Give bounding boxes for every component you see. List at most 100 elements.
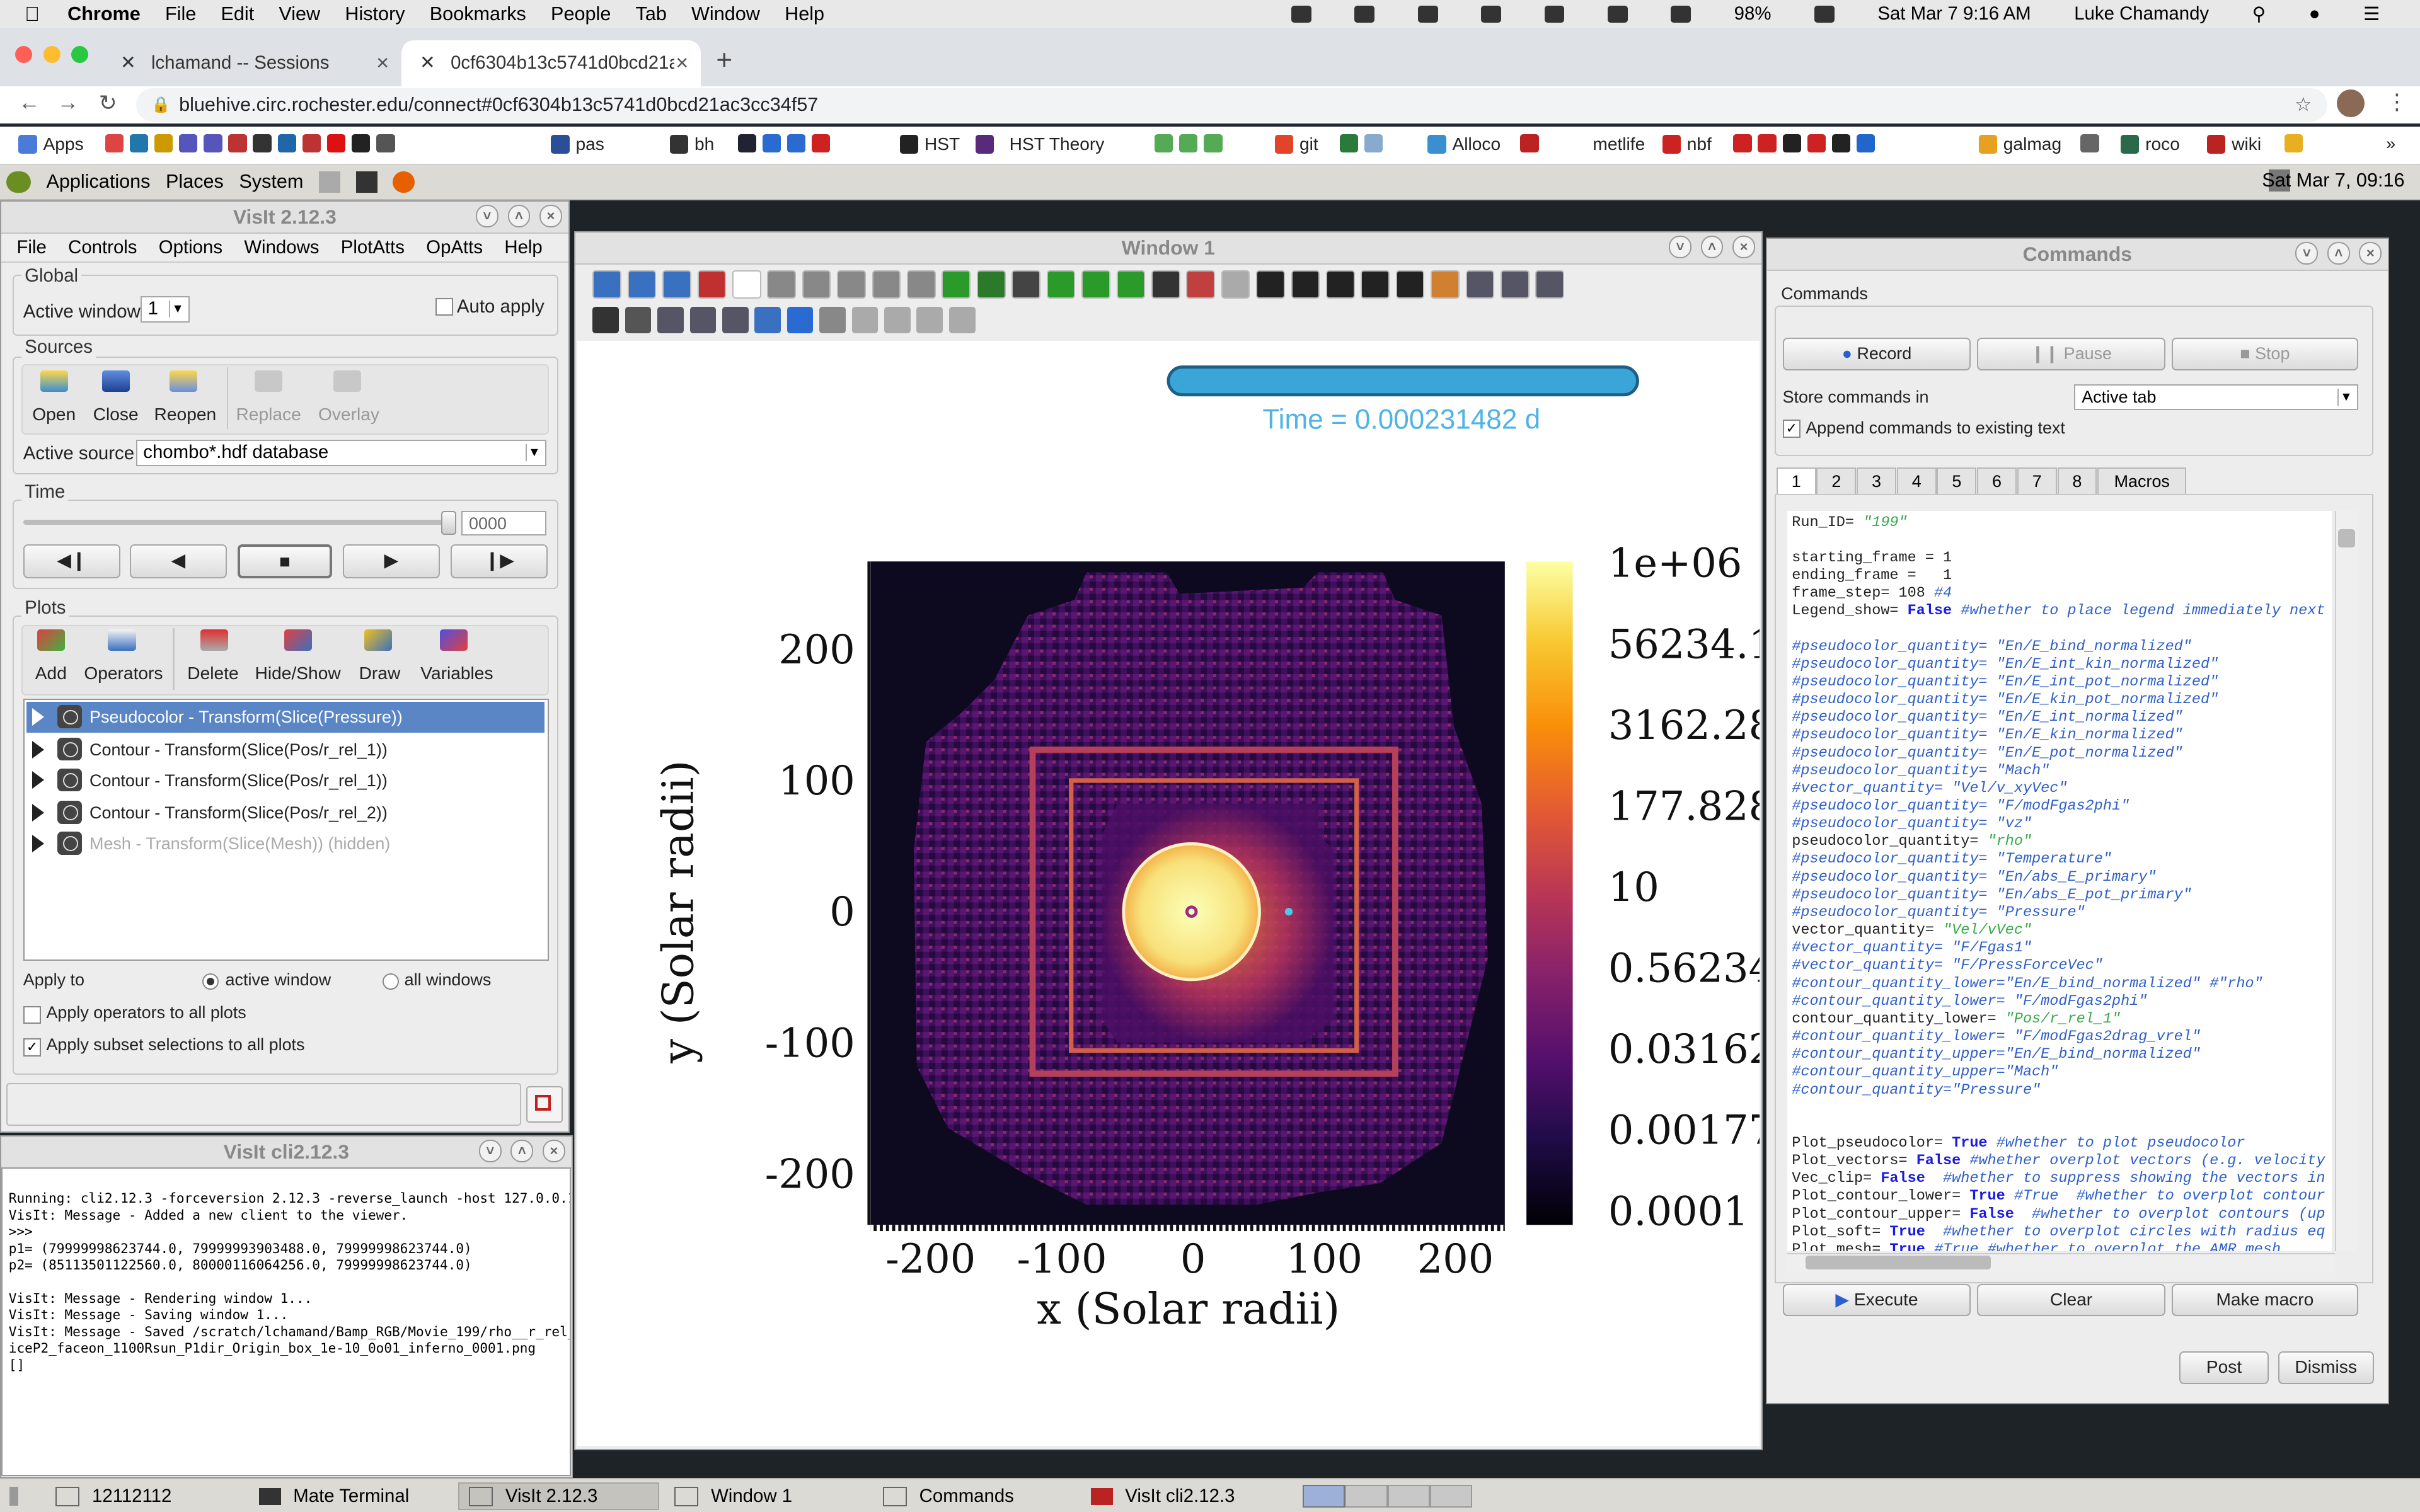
dismiss-button[interactable]: Dismiss (2278, 1351, 2374, 1384)
bookmark-apps[interactable]: Apps (18, 134, 84, 154)
toolbar-icon[interactable] (1395, 270, 1425, 299)
minimize-icon[interactable]: ˅ (476, 205, 498, 228)
toolbar-icon[interactable] (786, 307, 814, 333)
time-slider-handle[interactable] (441, 510, 456, 535)
toolbar-icon[interactable] (907, 270, 936, 299)
play-button[interactable]: ▶ (342, 544, 440, 579)
visit-titlebar[interactable]: VisIt 2.12.3 ˅ ˄ × (1, 202, 568, 234)
panel-clock[interactable]: Sat Mar 7, 09:16 (2262, 169, 2404, 192)
toolbar-icon[interactable] (1500, 270, 1530, 299)
menu-controls[interactable]: Controls (68, 237, 137, 258)
toolbar-icon[interactable] (1325, 270, 1355, 299)
reload-icon[interactable]: ↻ (99, 91, 117, 116)
toolbar-icon[interactable] (592, 270, 622, 299)
bookmark-misc3[interactable] (1339, 134, 1389, 153)
close-icon[interactable]: × (542, 1140, 565, 1163)
operators-icon[interactable] (102, 629, 142, 663)
toolbar-icon[interactable] (1046, 270, 1076, 299)
toolbar-icon[interactable] (1151, 270, 1180, 299)
menu-window[interactable]: Window (691, 3, 760, 25)
taskbar-item[interactable]: 12112112 (46, 1482, 243, 1510)
menu-view[interactable]: View (279, 3, 320, 25)
toolbar-icon[interactable] (657, 307, 684, 333)
plot-row[interactable]: Contour - Transform(Slice(Pos/r_rel_2)) (26, 798, 545, 828)
add-plot-icon[interactable] (31, 629, 71, 663)
operators-button[interactable]: Operators (80, 663, 166, 684)
open-icon[interactable] (34, 370, 74, 404)
plot-row[interactable]: Mesh - Transform(Slice(Mesh)) (hidden) (26, 828, 545, 859)
step-back-button[interactable]: ◀❙ (23, 544, 121, 579)
apply-subset-checkbox[interactable]: ✓ (23, 1038, 42, 1057)
more-bookmarks-icon[interactable]: » (2386, 134, 2395, 154)
toolbar-icon[interactable] (732, 270, 761, 299)
taskbar-item[interactable]: Commands (873, 1482, 1074, 1510)
command-tab[interactable]: 7 (2017, 467, 2057, 495)
cloud-icon[interactable] (1417, 5, 1438, 23)
toolbar-icon[interactable] (627, 270, 657, 299)
firefox-icon[interactable] (393, 171, 415, 193)
variables-button[interactable]: Variables (413, 663, 500, 684)
toolbar-icon[interactable] (625, 307, 652, 333)
add-button[interactable]: Add (21, 663, 80, 684)
toolbar-icon[interactable] (837, 270, 866, 299)
app-menu[interactable]: Chrome (67, 3, 141, 25)
menu-people[interactable]: People (551, 3, 611, 25)
bookmark-pas[interactable]: pas (551, 134, 604, 154)
toolbar-icon[interactable] (1011, 270, 1040, 299)
open-button[interactable]: Open (21, 404, 86, 425)
menu-kebab-icon[interactable]: ⋮ (2386, 89, 2407, 115)
notification-icon[interactable]: ☰ (2363, 3, 2380, 25)
reopen-button[interactable]: Reopen (151, 404, 219, 425)
toolbar-icon[interactable] (976, 270, 1006, 299)
make-macro-button[interactable]: Make macro (2171, 1283, 2359, 1316)
taskbar-item[interactable]: Mate Terminal (250, 1482, 451, 1510)
bookmark-alloco[interactable]: Alloco (1427, 134, 1501, 154)
menu-history[interactable]: History (345, 3, 405, 25)
command-tab[interactable]: 1 (1776, 467, 1816, 495)
active-source-select[interactable]: chombo*.hdf database ▼ (135, 439, 546, 466)
bookmark-hst[interactable]: HST (899, 134, 960, 154)
menu-edit[interactable]: Edit (221, 3, 254, 25)
commands-titlebar[interactable]: Commands ˅ ˄ × (1766, 239, 2388, 272)
bookmark-icons[interactable] (105, 134, 401, 153)
bookmark-flag[interactable] (1520, 134, 1545, 153)
avatar[interactable] (2336, 89, 2365, 118)
menu-options[interactable]: Options (159, 237, 222, 258)
siri-icon[interactable]: ● (2309, 3, 2320, 25)
toolbar-icon[interactable] (1291, 270, 1320, 299)
toolbar-icon[interactable] (872, 270, 901, 299)
bookmark-git[interactable]: git (1274, 134, 1318, 154)
toolbar-icon[interactable] (767, 270, 797, 299)
close-tab-icon[interactable]: × (376, 51, 389, 76)
step-forward-button[interactable]: ❙▶ (451, 544, 548, 579)
notification-button[interactable] (526, 1086, 563, 1123)
minimize-icon[interactable]: ˅ (2295, 242, 2319, 265)
taskbar-item[interactable]: VisIt cli2.12.3 (1082, 1482, 1289, 1510)
close-icon[interactable] (96, 370, 136, 404)
applications-menu[interactable]: Applications (46, 171, 150, 193)
toolbar-icon[interactable] (1535, 270, 1564, 299)
command-tab[interactable]: 8 (2057, 467, 2097, 495)
toolbar-icon[interactable] (948, 307, 976, 333)
bluetooth-icon[interactable] (1544, 5, 1565, 23)
forward-icon[interactable]: → (57, 91, 79, 115)
tab-connect[interactable]: ✕ 0cf6304b13c5741d0bcd21ac3 × (401, 40, 701, 87)
time-field[interactable]: 0000 (461, 510, 546, 536)
draw-icon[interactable] (358, 629, 398, 663)
terminal-icon[interactable] (355, 171, 377, 193)
draw-button[interactable]: Draw (349, 663, 410, 684)
menu-plotatts[interactable]: PlotAtts (341, 237, 405, 258)
minimize-icon[interactable]: ˅ (478, 1140, 502, 1163)
bookmark-metlife[interactable]: metlife (1593, 134, 1645, 154)
command-tab[interactable]: 4 (1896, 467, 1937, 495)
url-bar[interactable]: 🔒 bluehive.circ.rochester.edu/connect#0c… (135, 88, 2328, 122)
menu-help[interactable]: Help (785, 3, 824, 25)
close-icon[interactable]: × (1732, 236, 1755, 259)
taskbar-item[interactable]: Window 1 (666, 1482, 866, 1510)
bookmark-hst-theory[interactable]: HST Theory (975, 134, 1104, 154)
tray-icon[interactable] (1354, 5, 1375, 23)
show-desktop-icon[interactable] (0, 1482, 28, 1510)
toolbar-icon[interactable] (689, 307, 717, 333)
apply-active-radio[interactable] (202, 973, 219, 990)
close-icon[interactable]: × (2359, 242, 2382, 265)
